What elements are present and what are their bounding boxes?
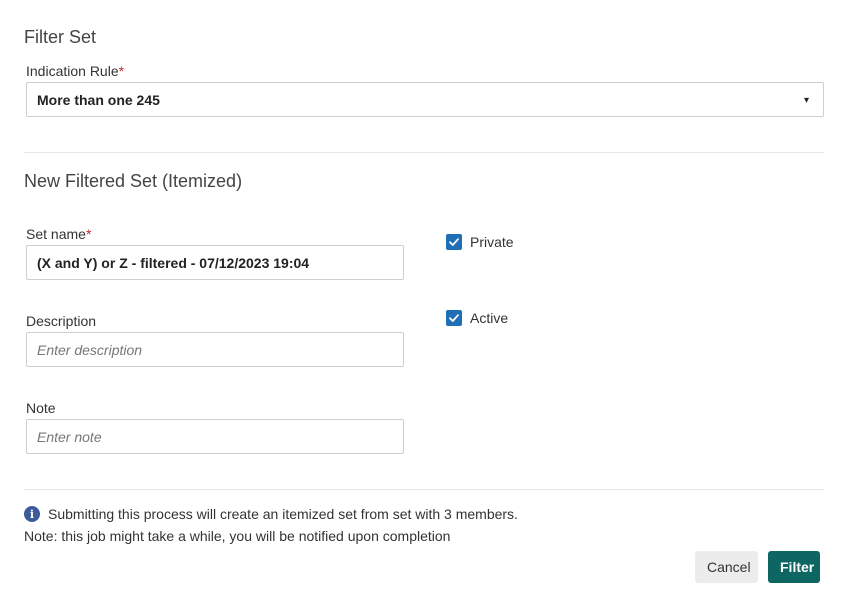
active-checkbox-row[interactable]: Active xyxy=(446,310,508,326)
set-name-label: Set name* xyxy=(26,226,91,242)
indication-rule-value: More than one 245 xyxy=(37,91,160,108)
chevron-down-icon: ▾ xyxy=(803,95,809,106)
set-name-input[interactable] xyxy=(26,245,404,280)
set-name-label-text: Set name xyxy=(26,226,86,242)
check-icon xyxy=(449,314,459,322)
note-label: Note xyxy=(26,400,56,416)
note-message: Note: this job might take a while, you w… xyxy=(24,528,451,544)
private-checkbox-row[interactable]: Private xyxy=(446,234,514,250)
required-mark: * xyxy=(85,226,92,242)
description-input[interactable] xyxy=(26,332,404,367)
filter-set-title: Filter Set xyxy=(24,27,97,47)
filter-set-dialog: Filter Set Indication Rule* More than on… xyxy=(0,0,848,611)
filter-button[interactable]: Filter xyxy=(768,551,820,583)
check-icon xyxy=(449,238,459,246)
indication-rule-label: Indication Rule* xyxy=(26,63,124,79)
description-label: Description xyxy=(26,313,97,329)
private-label: Private xyxy=(470,234,514,250)
indication-rule-select[interactable]: More than one 245 ▾ xyxy=(26,82,824,117)
indication-rule-label-text: Indication Rule xyxy=(26,63,119,79)
info-text: Submitting this process will create an i… xyxy=(48,506,518,522)
note-input[interactable] xyxy=(26,419,404,454)
active-label: Active xyxy=(470,310,509,326)
info-icon: i xyxy=(24,506,40,522)
info-message: i Submitting this process will create an… xyxy=(24,506,518,522)
active-checkbox[interactable] xyxy=(446,310,462,326)
footer-divider xyxy=(24,489,824,490)
private-checkbox[interactable] xyxy=(446,234,462,250)
cancel-button[interactable]: Cancel xyxy=(695,551,758,583)
section-divider xyxy=(24,152,824,153)
new-filtered-set-title: New Filtered Set (Itemized) xyxy=(24,171,243,191)
required-mark: * xyxy=(118,63,125,79)
